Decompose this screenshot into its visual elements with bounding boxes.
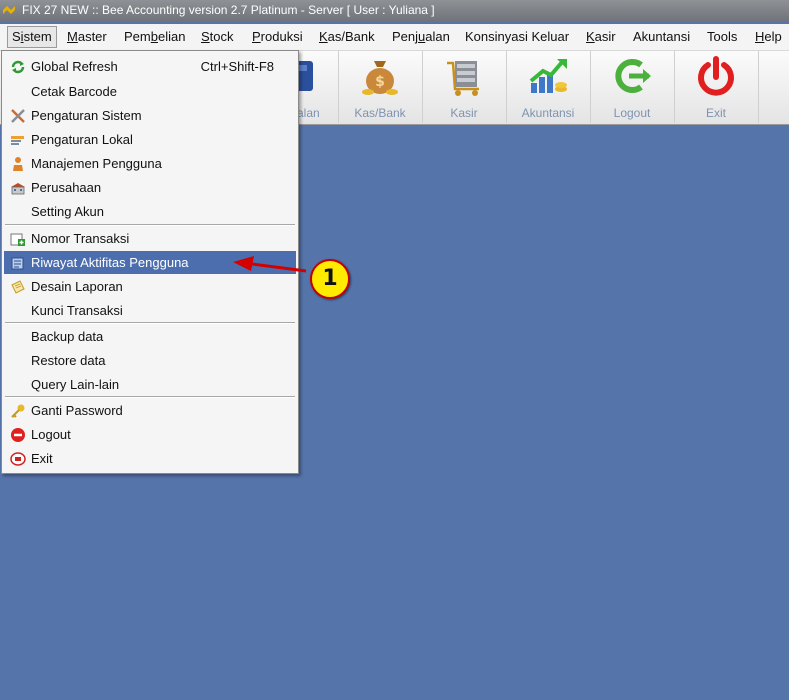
menu-penjualan[interactable]: Penjualan	[392, 29, 450, 44]
menu-item-setting-akun[interactable]: Setting Akun	[4, 200, 296, 223]
menu-produksi[interactable]: Produksi	[252, 29, 303, 44]
svg-text:$: $	[375, 74, 385, 90]
menu-item-logout[interactable]: Logout	[4, 423, 296, 446]
toolbar-logout-label: Logout	[613, 106, 651, 120]
menu-bar: Sistem Master Pembelian Stock Produksi K…	[0, 24, 789, 51]
toolbar-akuntansi-button[interactable]: Akuntansi	[506, 51, 591, 123]
menu-item-restore-data[interactable]: Restore data	[4, 349, 296, 372]
menu-item-backup-data[interactable]: Backup data	[4, 325, 296, 348]
menu-item-cetak-barcode[interactable]: Cetak Barcode	[4, 80, 296, 103]
menu-item-query-lain-lain[interactable]: Query Lain-lain	[4, 373, 296, 396]
key-icon	[11, 404, 25, 418]
menu-item-ganti-password[interactable]: Ganti Password	[4, 399, 296, 422]
chart-growth-icon	[529, 59, 567, 93]
menu-item-global-refresh[interactable]: Global Refresh Ctrl+Shift-F8	[4, 55, 296, 78]
logout-icon	[11, 428, 25, 442]
toolbar-akuntansi-label: Akuntansi	[521, 106, 575, 120]
menu-kas-bank[interactable]: Kas/Bank	[319, 29, 375, 44]
menu-item-manajemen-pengguna[interactable]: Manajemen Pengguna	[4, 152, 296, 175]
toolbar-kasir-label: Kasir	[450, 106, 478, 120]
building-icon	[11, 183, 25, 195]
money-bag-icon: $	[362, 61, 398, 95]
cashier-cart-icon	[447, 61, 479, 96]
menu-stock[interactable]: Stock	[201, 29, 234, 44]
exit-icon	[10, 452, 26, 466]
menu-kasir[interactable]: Kasir	[586, 29, 616, 44]
toolbar-exit-button[interactable]: Exit	[674, 51, 759, 123]
menu-item-riwayat-aktifitas-pengguna[interactable]: Riwayat Aktifitas Pengguna	[4, 251, 296, 274]
user-icon	[13, 157, 23, 171]
bee-app-icon	[3, 6, 15, 14]
pencil-icon	[11, 136, 24, 145]
menu-sistem[interactable]: Sistem	[7, 26, 57, 48]
menu-separator	[5, 396, 295, 398]
tools-icon	[11, 109, 25, 123]
toolbar-kasir-button[interactable]: Kasir	[422, 51, 507, 123]
power-icon	[698, 56, 734, 96]
annotation-callout-badge: 1	[310, 259, 350, 299]
toolbar-logout-button[interactable]: Logout	[590, 51, 675, 123]
menu-item-kunci-transaksi[interactable]: Kunci Transaksi	[4, 299, 296, 322]
menu-item-pengaturan-lokal[interactable]: Pengaturan Lokal	[4, 128, 296, 151]
menu-item-exit[interactable]: Exit	[4, 447, 296, 470]
toolbar-kas-bank-label: Kas/Bank	[354, 106, 406, 120]
window-title: FIX 27 NEW :: Bee Accounting version 2.7…	[22, 3, 435, 17]
menu-item-nomor-transaksi[interactable]: Nomor Transaksi	[4, 227, 296, 250]
report-design-icon	[11, 280, 25, 294]
toolbar-exit-label: Exit	[705, 106, 726, 120]
toolbar-kas-bank-button[interactable]: $ Kas/Bank	[338, 51, 423, 123]
menu-tools[interactable]: Tools	[707, 29, 737, 44]
menu-item-pengaturan-sistem[interactable]: Pengaturan Sistem	[4, 104, 296, 127]
menu-separator	[5, 224, 295, 226]
menu-master[interactable]: Master	[67, 29, 107, 44]
refresh-icon	[11, 60, 25, 74]
menu-help[interactable]: Help	[755, 29, 782, 44]
menu-akuntansi[interactable]: Akuntansi	[633, 29, 690, 44]
add-document-icon	[10, 233, 25, 246]
shortcut-text: Ctrl+Shift-F8	[200, 59, 274, 74]
title-bar: FIX 27 NEW :: Bee Accounting version 2.7…	[0, 0, 789, 22]
sistem-dropdown-menu: Global Refresh Ctrl+Shift-F8 Cetak Barco…	[1, 50, 299, 474]
menu-separator	[5, 322, 295, 324]
history-icon	[11, 257, 24, 270]
menu-konsinyasi-keluar[interactable]: Konsinyasi Keluar	[465, 29, 569, 44]
logout-arrow-icon	[615, 59, 651, 93]
menu-item-desain-laporan[interactable]: Desain Laporan	[4, 275, 296, 298]
menu-pembelian[interactable]: Pembelian	[124, 29, 185, 44]
menu-item-perusahaan[interactable]: Perusahaan	[4, 176, 296, 199]
